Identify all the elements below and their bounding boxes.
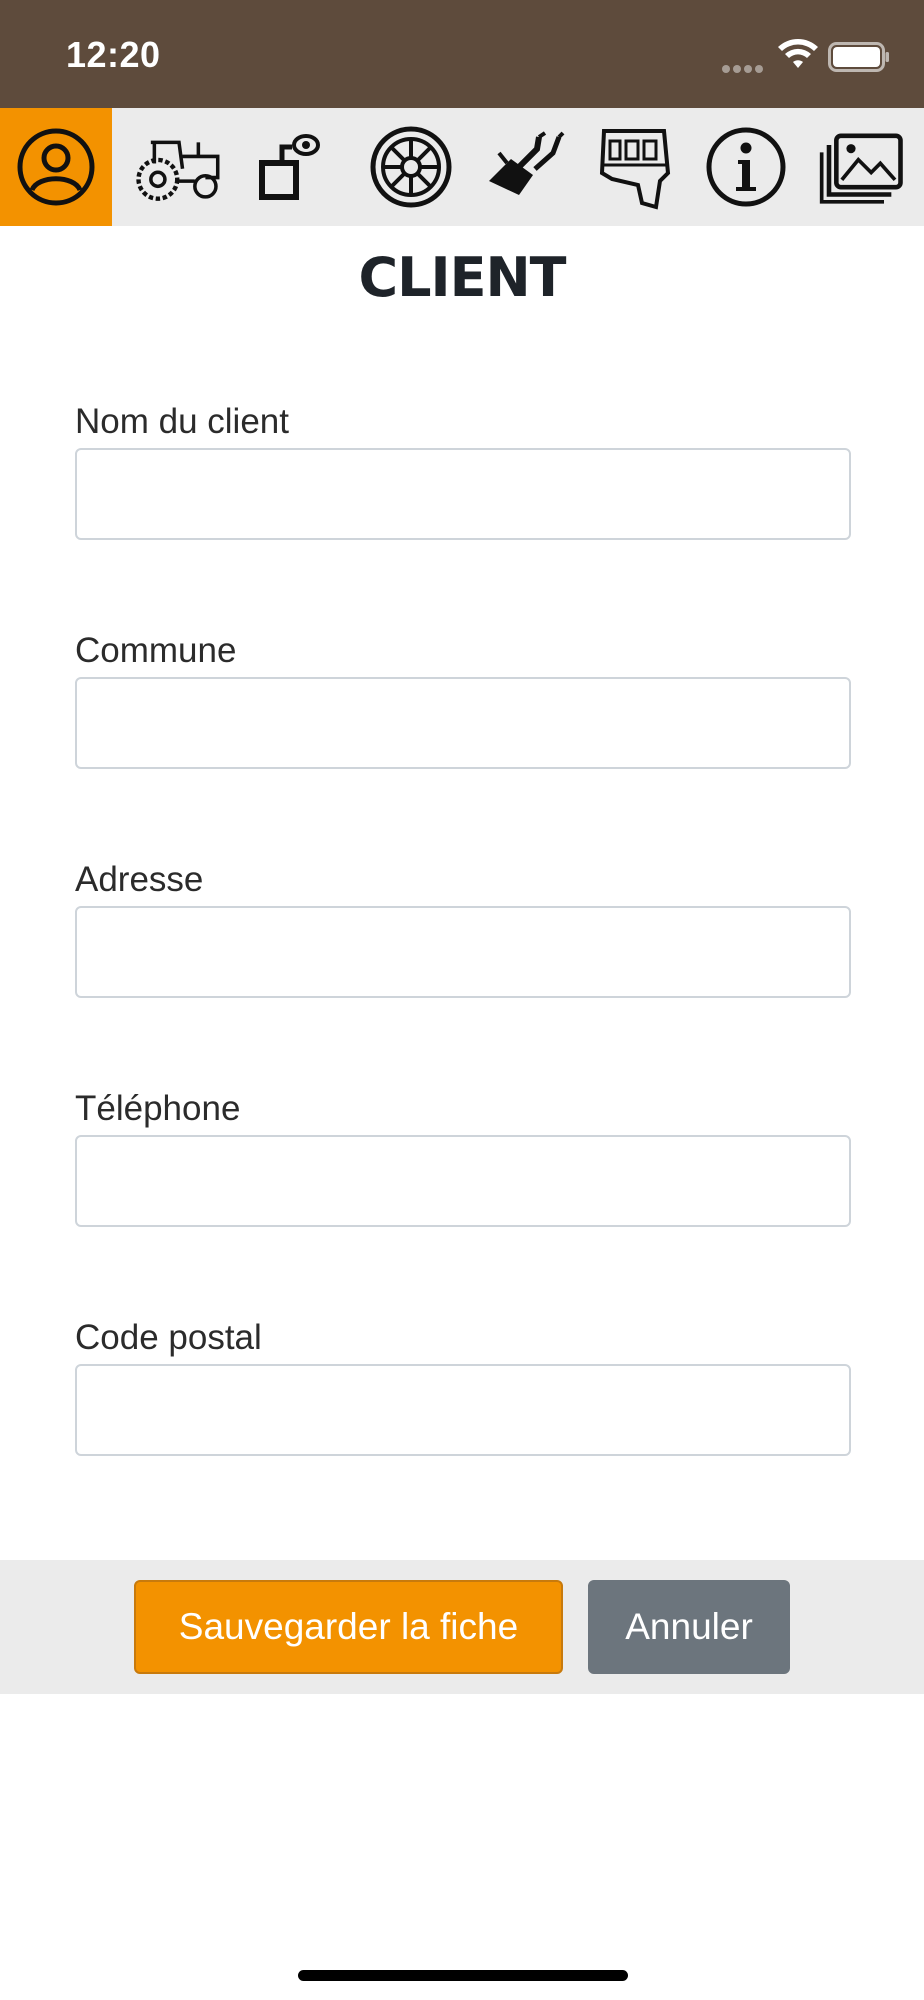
info-icon [706, 127, 786, 207]
tab-cab[interactable] [578, 108, 690, 226]
home-indicator[interactable] [298, 1970, 628, 1981]
wheel-icon [370, 126, 452, 208]
tab-bar [0, 108, 924, 226]
cancel-button[interactable]: Annuler [588, 1580, 790, 1674]
phone-label: Téléphone [75, 1089, 241, 1128]
tab-loader[interactable] [467, 108, 579, 226]
tab-gallery[interactable] [806, 108, 918, 226]
phone-field[interactable] [75, 1135, 851, 1227]
commune-field[interactable] [75, 677, 851, 769]
wifi-icon [778, 39, 818, 68]
tractor-icon [136, 140, 220, 201]
battery-icon [828, 42, 889, 72]
gallery-icon [819, 133, 903, 204]
form-group-address: Adresse [75, 856, 851, 998]
address-label: Adresse [75, 860, 204, 899]
client-icon [17, 128, 95, 206]
postal-label: Code postal [75, 1318, 262, 1357]
form-group-name: Nom du client [75, 398, 851, 540]
tab-inspection[interactable] [234, 108, 346, 226]
loader-icon [489, 131, 565, 195]
tab-wheel[interactable] [355, 108, 467, 226]
cab-icon [599, 129, 671, 210]
page-title: CLIENT [358, 246, 566, 309]
cellular-signal-icon [722, 60, 766, 73]
address-field[interactable] [75, 906, 851, 998]
form-group-commune: Commune [75, 627, 851, 769]
status-bar: 12:20 [0, 0, 924, 108]
postal-field[interactable] [75, 1364, 851, 1456]
name-field[interactable] [75, 448, 851, 540]
save-button[interactable]: Sauvegarder la fiche [134, 1580, 563, 1674]
commune-label: Commune [75, 631, 237, 670]
action-bar: Sauvegarder la fiche Annuler [0, 1560, 924, 1694]
tab-client[interactable] [0, 108, 112, 226]
name-label: Nom du client [75, 402, 289, 441]
form-group-phone: Téléphone [75, 1085, 851, 1227]
tab-tractor[interactable] [123, 108, 235, 226]
form-group-postal: Code postal [75, 1314, 851, 1456]
tab-info[interactable] [690, 108, 802, 226]
status-time: 12:20 [66, 34, 161, 75]
inspection-icon [259, 134, 320, 200]
